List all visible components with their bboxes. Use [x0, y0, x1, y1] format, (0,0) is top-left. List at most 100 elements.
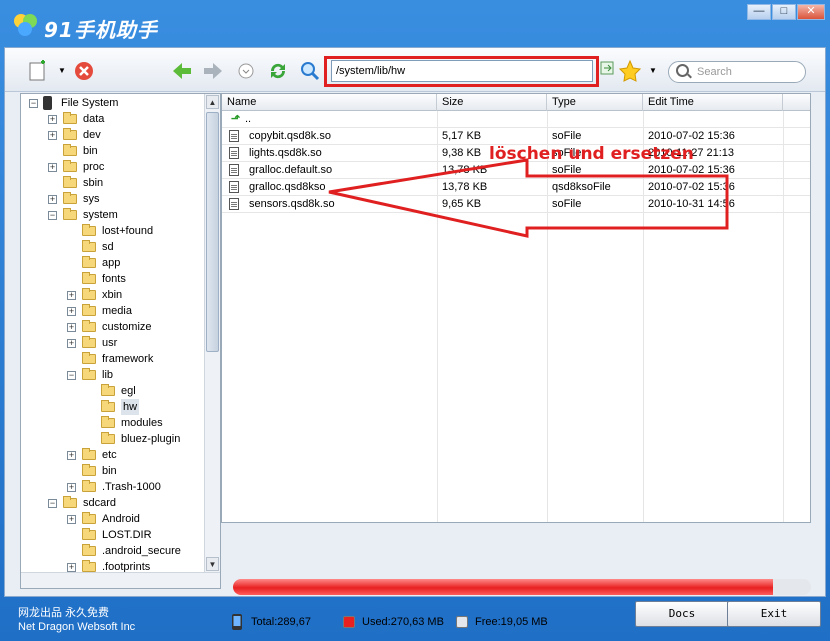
- new-file-icon[interactable]: [27, 60, 49, 82]
- tree-horizontal-scrollbar[interactable]: [21, 572, 220, 588]
- storage-used: Used:270,63 MB: [362, 616, 444, 628]
- tree-node-label: system: [83, 209, 118, 221]
- tree-expander-icon[interactable]: +: [67, 307, 76, 316]
- back-arrow-icon[interactable]: [171, 60, 193, 82]
- tree-node[interactable]: lost+found: [21, 223, 204, 239]
- tree-node[interactable]: + xbin: [21, 287, 204, 303]
- tree-expander-icon[interactable]: −: [48, 211, 57, 220]
- tree-node[interactable]: .android_secure: [21, 543, 204, 559]
- tree-expander-icon[interactable]: +: [48, 115, 57, 124]
- favorite-dropdown-icon[interactable]: ▼: [642, 60, 664, 82]
- file-row[interactable]: copybit.qsd8k.so 5,17 KB soFile 2010-07-02 …: [222, 128, 810, 145]
- tree-node[interactable]: sbin: [21, 175, 204, 191]
- close-button[interactable]: ✕: [797, 4, 825, 20]
- favorite-star-icon[interactable]: [618, 59, 642, 82]
- tree-node[interactable]: bin: [21, 143, 204, 159]
- tree-node[interactable]: hw: [21, 399, 204, 415]
- tree-node[interactable]: bin: [21, 463, 204, 479]
- folder-icon: [63, 496, 77, 508]
- tree-expander-icon[interactable]: [67, 243, 76, 252]
- tree-vertical-scrollbar[interactable]: ▲ ▼: [204, 94, 220, 572]
- folder-icon: [63, 176, 77, 188]
- tree-node[interactable]: egl: [21, 383, 204, 399]
- column-name[interactable]: Name: [222, 94, 437, 111]
- file-size: 5,17 KB: [442, 130, 482, 142]
- scroll-down-icon[interactable]: ▼: [206, 557, 219, 571]
- tree-node-label: sys: [83, 193, 100, 205]
- delete-icon[interactable]: [73, 60, 95, 82]
- tree-expander-icon[interactable]: +: [67, 451, 76, 460]
- tree-expander-icon[interactable]: +: [48, 163, 57, 172]
- tree-expander-icon[interactable]: [86, 435, 95, 444]
- tree-expander-icon[interactable]: [86, 419, 95, 428]
- tree-expander-icon[interactable]: [67, 259, 76, 268]
- tree-expander-icon[interactable]: [67, 275, 76, 284]
- tree-expander-icon[interactable]: [67, 531, 76, 540]
- exit-button[interactable]: Exit: [727, 601, 821, 627]
- tree-expander-icon[interactable]: [86, 387, 95, 396]
- maximize-button[interactable]: □: [772, 4, 796, 20]
- tree-node[interactable]: + dev: [21, 127, 204, 143]
- magnifier-icon[interactable]: [299, 60, 321, 82]
- tree-node[interactable]: app: [21, 255, 204, 271]
- minimize-button[interactable]: —: [747, 4, 771, 20]
- tree-expander-icon[interactable]: [67, 227, 76, 236]
- tree-expander-icon[interactable]: +: [67, 339, 76, 348]
- tree-expander-icon[interactable]: −: [29, 99, 38, 108]
- tree-expander-icon[interactable]: +: [67, 323, 76, 332]
- tree-node[interactable]: + .Trash-1000: [21, 479, 204, 495]
- tree-node[interactable]: + Android: [21, 511, 204, 527]
- tree-node[interactable]: + usr: [21, 335, 204, 351]
- history-down-icon[interactable]: [235, 60, 257, 82]
- tree-expander-icon[interactable]: [67, 547, 76, 556]
- chevron-down-icon[interactable]: ▼: [51, 60, 73, 82]
- go-icon[interactable]: [596, 60, 618, 82]
- tree-node[interactable]: sd: [21, 239, 204, 255]
- tree-node[interactable]: modules: [21, 415, 204, 431]
- refresh-icon[interactable]: [267, 60, 289, 82]
- storage-progress: [227, 575, 811, 600]
- tree-expander-icon[interactable]: +: [48, 131, 57, 140]
- tree-expander-icon[interactable]: +: [67, 291, 76, 300]
- tree-expander-icon[interactable]: +: [67, 483, 76, 492]
- tree-node-label: Android: [102, 513, 140, 525]
- folder-icon: [82, 560, 96, 572]
- tree-expander-icon[interactable]: [67, 355, 76, 364]
- tree-expander-icon[interactable]: +: [48, 195, 57, 204]
- tree-expander-icon[interactable]: [48, 179, 57, 188]
- tree-scroll-thumb[interactable]: [206, 112, 219, 352]
- scroll-up-icon[interactable]: ▲: [206, 95, 219, 109]
- tree-node[interactable]: bluez-plugin: [21, 431, 204, 447]
- tree-node[interactable]: + proc: [21, 159, 204, 175]
- folder-icon: [101, 416, 115, 428]
- tree-expander-icon[interactable]: +: [67, 563, 76, 572]
- forward-arrow-icon[interactable]: [202, 60, 224, 82]
- tree-expander-icon[interactable]: −: [48, 499, 57, 508]
- tree-node[interactable]: + data: [21, 111, 204, 127]
- tree-expander-icon[interactable]: +: [67, 515, 76, 524]
- tree-node[interactable]: − sdcard: [21, 495, 204, 511]
- tree-node[interactable]: + media: [21, 303, 204, 319]
- tree-node[interactable]: + customize: [21, 319, 204, 335]
- file-name: copybit.qsd8k.so: [249, 130, 331, 142]
- tree-node[interactable]: fonts: [21, 271, 204, 287]
- tree-node[interactable]: − system: [21, 207, 204, 223]
- docs-button[interactable]: Docs: [635, 601, 729, 627]
- tree-node[interactable]: − lib: [21, 367, 204, 383]
- tree-expander-icon[interactable]: [67, 467, 76, 476]
- column-size[interactable]: Size: [437, 94, 547, 111]
- tree-node[interactable]: LOST.DIR: [21, 527, 204, 543]
- parent-folder-row[interactable]: ⬏ ..: [222, 111, 810, 128]
- tree-expander-icon[interactable]: [86, 403, 95, 412]
- column-edit-time[interactable]: Edit Time: [643, 94, 783, 111]
- tree-node[interactable]: + sys: [21, 191, 204, 207]
- tree-expander-icon[interactable]: −: [67, 371, 76, 380]
- tree-expander-icon[interactable]: [48, 147, 57, 156]
- tree-node[interactable]: − File System: [21, 95, 204, 111]
- column-type[interactable]: Type: [547, 94, 643, 111]
- tree-node-label: hw: [121, 399, 140, 415]
- tree-node[interactable]: framework: [21, 351, 204, 367]
- tree-node-label: .Trash-1000: [102, 481, 161, 493]
- folder-tree[interactable]: − File System + data + dev bin + proc sbin + sys − sy…: [20, 93, 221, 589]
- tree-node[interactable]: + etc: [21, 447, 204, 463]
